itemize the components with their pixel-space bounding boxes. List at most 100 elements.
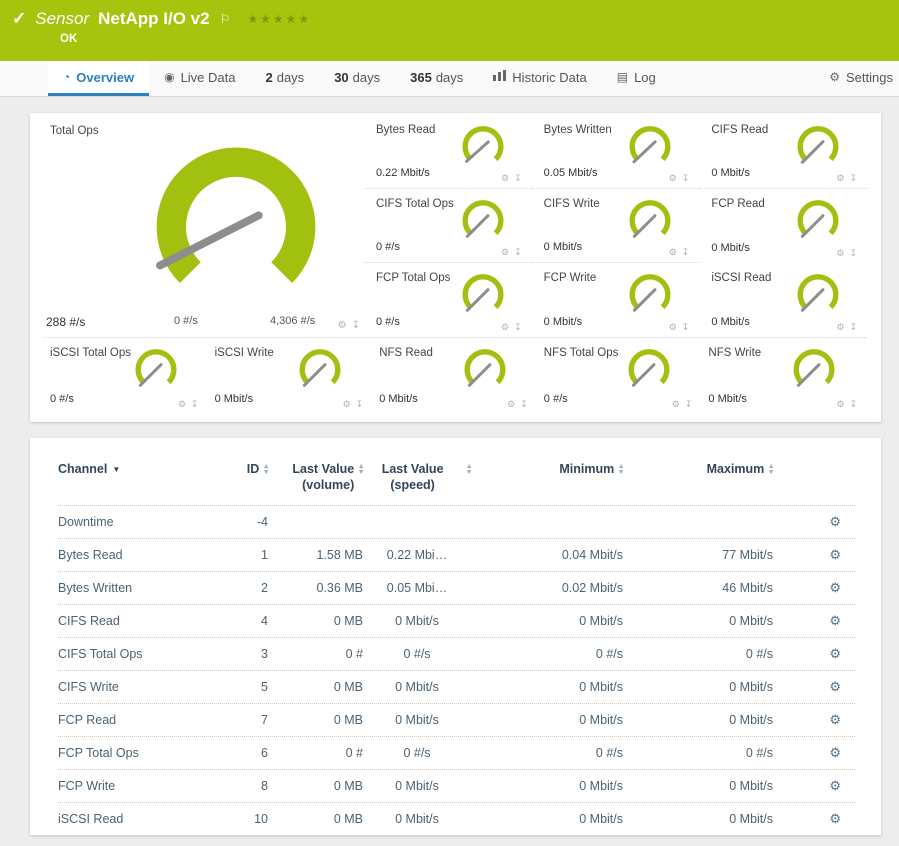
gauge-pin-icon[interactable]: ↧: [514, 322, 522, 333]
column-label: ID: [247, 462, 260, 478]
table-row: Bytes Read 1 1.58 MB 0.22 Mbi… 0.04 Mbit…: [58, 538, 855, 571]
tab-2-days[interactable]: 2 days: [250, 61, 319, 96]
gauge-pin-icon[interactable]: ↧: [682, 173, 690, 184]
gauge-gear-icon[interactable]: ⚙: [507, 399, 515, 410]
cell-id: -4: [208, 515, 268, 529]
channel-settings-gear-icon[interactable]: ⚙: [829, 646, 841, 661]
bottom-gauges-row: iSCSI Total Ops 0 #/s ⚙ ↧ iSCSI Write 0 …: [44, 338, 867, 414]
column-header-minimum[interactable]: Minimum ▴▾: [471, 462, 623, 478]
sort-icon[interactable]: ▴▾: [769, 463, 773, 474]
column-header-channel[interactable]: Channel ▼: [58, 462, 208, 478]
channel-settings-gear-icon[interactable]: ⚙: [829, 613, 841, 628]
cell-last-value-speed: 0.05 Mbi…: [363, 581, 471, 595]
gauge-cell: CIFS Write 0 Mbit/s ⚙ ↧: [532, 189, 700, 263]
gauge-gear-icon[interactable]: ⚙: [836, 399, 844, 410]
table-row: FCP Read 7 0 MB 0 Mbit/s 0 Mbit/s 0 Mbit…: [58, 703, 855, 736]
cell-minimum: 0 Mbit/s: [471, 680, 623, 694]
cell-last-value-volume: 0 MB: [268, 614, 363, 628]
tab-365-days[interactable]: 365 days: [395, 61, 478, 96]
gauge-value: 0 Mbit/s: [544, 241, 583, 253]
channel-settings-gear-icon[interactable]: ⚙: [829, 514, 841, 529]
gauge-gear-icon[interactable]: ⚙: [501, 322, 509, 333]
gauge-gear-icon[interactable]: ⚙: [501, 173, 509, 184]
channel-settings-gear-icon[interactable]: ⚙: [829, 712, 841, 727]
gauge-gear-icon[interactable]: ⚙: [836, 173, 844, 184]
total-ops-gauge-cell: Total Ops 288 #/s 0 #/s 4,306 #/s ⚙ ↧: [44, 115, 364, 337]
gauge-pin-icon[interactable]: ↧: [849, 173, 857, 184]
tab-bar: ◔ Overview ◉ Live Data 2 days 30 days 36…: [0, 61, 899, 97]
channel-settings-gear-icon[interactable]: ⚙: [829, 745, 841, 760]
priority-stars-icon[interactable]: ★★★★★: [247, 12, 311, 26]
gauge-pin-icon[interactable]: ↧: [191, 399, 199, 410]
gauge-gear-icon[interactable]: ⚙: [836, 248, 844, 259]
cell-maximum: 77 Mbit/s: [623, 548, 773, 562]
cell-channel: FCP Write: [58, 779, 208, 793]
cell-id: 4: [208, 614, 268, 628]
gauge-pin-icon[interactable]: ↧: [849, 322, 857, 333]
gauge-gear-icon[interactable]: ⚙: [501, 247, 509, 258]
log-icon: ▤: [617, 70, 628, 84]
channel-settings-gear-icon[interactable]: ⚙: [829, 811, 841, 826]
cell-last-value-volume: 0 #: [268, 647, 363, 661]
flag-icon[interactable]: ⚐: [220, 12, 231, 26]
gauge-pin-icon[interactable]: ↧: [352, 320, 360, 331]
channel-gauge: [129, 341, 183, 395]
gauge-pin-icon[interactable]: ↧: [514, 173, 522, 184]
channel-settings-gear-icon[interactable]: ⚙: [829, 547, 841, 562]
channel-dropdown-caret-icon[interactable]: ▼: [112, 465, 120, 474]
cell-last-value-volume: 0 MB: [268, 713, 363, 727]
channel-settings-gear-icon[interactable]: ⚙: [829, 580, 841, 595]
cell-id: 5: [208, 680, 268, 694]
cell-id: 6: [208, 746, 268, 760]
gauge-gear-icon[interactable]: ⚙: [836, 322, 844, 333]
gauge-pin-icon[interactable]: ↧: [520, 399, 528, 410]
gauge-pin-icon[interactable]: ↧: [849, 399, 857, 410]
tab-30-days[interactable]: 30 days: [319, 61, 395, 96]
table-body: Downtime -4 ⚙ Bytes Read 1 1.58 MB 0.22 …: [58, 505, 855, 835]
tab-label: Live Data: [181, 70, 236, 85]
gauge-min-label: 0 #/s: [174, 315, 198, 327]
gauge-gear-icon[interactable]: ⚙: [178, 399, 186, 410]
tab-number: 365: [410, 70, 432, 85]
cell-maximum: 0 Mbit/s: [623, 779, 773, 793]
column-header-id[interactable]: ID ▴▾: [208, 462, 268, 478]
tab-overview[interactable]: ◔ Overview: [48, 61, 149, 96]
gauge-cell: iSCSI Read 0 Mbit/s ⚙ ↧: [699, 263, 867, 337]
table-row: CIFS Write 5 0 MB 0 Mbit/s 0 Mbit/s 0 Mb…: [58, 670, 855, 703]
gauge-pin-icon[interactable]: ↧: [682, 247, 690, 258]
gauge-gear-icon[interactable]: ⚙: [343, 399, 351, 410]
tab-settings[interactable]: ⚙ Settings: [814, 61, 899, 96]
gauge-gear-icon[interactable]: ⚙: [672, 399, 680, 410]
tab-label: days: [353, 70, 380, 85]
channel-gauge: [622, 341, 676, 395]
gauge-pin-icon[interactable]: ↧: [356, 399, 364, 410]
gauge-pin-icon[interactable]: ↧: [685, 399, 693, 410]
gauge-gear-icon[interactable]: ⚙: [338, 320, 347, 331]
gauge-pin-icon[interactable]: ↧: [514, 247, 522, 258]
table-row: Bytes Written 2 0.36 MB 0.05 Mbi… 0.02 M…: [58, 571, 855, 604]
gauge-pin-icon[interactable]: ↧: [682, 322, 690, 333]
tab-live-data[interactable]: ◉ Live Data: [149, 61, 250, 96]
channel-settings-gear-icon[interactable]: ⚙: [829, 778, 841, 793]
tab-label: Settings: [846, 70, 893, 85]
gauge-value: 0.22 Mbit/s: [376, 167, 430, 179]
tab-label: days: [277, 70, 304, 85]
tab-label: Log: [634, 70, 656, 85]
channel-gauge: [456, 118, 510, 172]
gauge-value: 0.05 Mbit/s: [544, 167, 598, 179]
gauge-gear-icon[interactable]: ⚙: [669, 247, 677, 258]
channel-gauge: [293, 341, 347, 395]
tab-historic-data[interactable]: Historic Data: [478, 61, 601, 96]
column-header-maximum[interactable]: Maximum ▴▾: [623, 462, 773, 478]
column-header-last-value-speed[interactable]: Last Value (speed) ▴▾: [363, 462, 471, 493]
gauge-gear-icon[interactable]: ⚙: [669, 173, 677, 184]
gauge-pin-icon[interactable]: ↧: [849, 248, 857, 259]
status-badge: OK: [60, 33, 885, 45]
cell-maximum: 0 Mbit/s: [623, 812, 773, 826]
table-row: CIFS Total Ops 3 0 # 0 #/s 0 #/s 0 #/s ⚙: [58, 637, 855, 670]
column-header-last-value-volume[interactable]: Last Value (volume) ▴▾: [268, 462, 363, 493]
channel-settings-gear-icon[interactable]: ⚙: [829, 679, 841, 694]
gauge-gear-icon[interactable]: ⚙: [669, 322, 677, 333]
cell-id: 7: [208, 713, 268, 727]
tab-log[interactable]: ▤ Log: [602, 61, 671, 96]
